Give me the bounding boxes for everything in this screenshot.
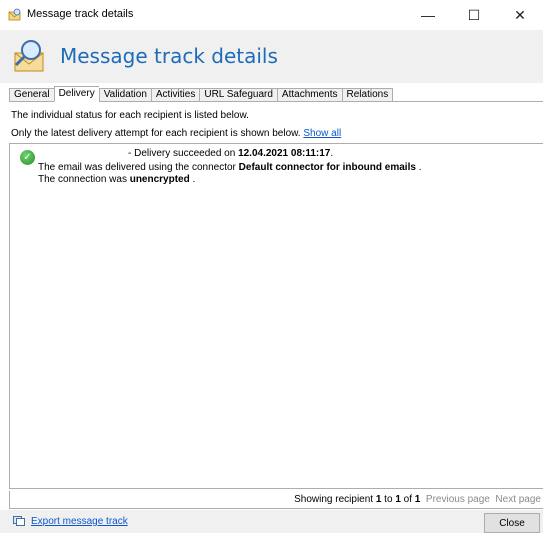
connection-line: The connection was unencrypted . (38, 174, 195, 185)
connection-prefix: The connection was (38, 174, 130, 185)
title-bar: Message track details — ☐ ✕ (0, 0, 543, 30)
export-icon (13, 516, 25, 526)
delivery-date: 12.04.2021 08:11:17 (238, 148, 331, 159)
info-text: The individual status for each recipient… (11, 110, 249, 121)
recipient-list[interactable]: ✓ - Delivery succeeded on 12.04.2021 08:… (9, 143, 543, 489)
tab-url-safeguard[interactable]: URL Safeguard (199, 88, 277, 102)
show-all-link[interactable]: Show all (303, 128, 341, 139)
info-text-label: Only the latest delivery attempt for eac… (11, 128, 301, 139)
tab-strip: General Delivery Validation Activities U… (9, 86, 394, 102)
maximize-button[interactable]: ☐ (451, 0, 497, 30)
pager-total: 1 (414, 494, 421, 505)
check-success-icon: ✓ (20, 150, 35, 165)
envelope-magnifier-icon (14, 40, 44, 72)
tab-relations[interactable]: Relations (341, 88, 394, 102)
tab-activities[interactable]: Activities (150, 88, 200, 102)
pager: Showing recipient 1 to 1 of 1 Previous p… (9, 491, 543, 509)
close-window-button[interactable]: ✕ (497, 0, 543, 30)
previous-page-link[interactable]: Previous page (426, 494, 490, 505)
status-prefix: - Delivery succeeded on (128, 148, 239, 159)
footer-bar: Export message track Close (0, 510, 543, 533)
page-title: Message track details (60, 44, 278, 68)
pager-prefix: Showing recipient (294, 494, 376, 505)
connector-suffix: . (415, 162, 422, 173)
export-message-track-link[interactable]: Export message track (31, 516, 128, 527)
tab-delivery[interactable]: Delivery (53, 86, 99, 102)
pager-of-word: of (400, 494, 415, 505)
window-title: Message track details (27, 8, 134, 20)
connector-line: The email was delivered using the connec… (38, 162, 421, 173)
pager-to-word: to (381, 494, 396, 505)
minimize-button[interactable]: — (405, 0, 451, 30)
connector-prefix: The email was delivered using the connec… (38, 162, 239, 173)
connection-state: unencrypted (129, 174, 190, 185)
close-button[interactable]: Close (484, 513, 540, 533)
envelope-search-icon (8, 8, 21, 21)
connector-name: Default connector for inbound emails (238, 162, 416, 173)
tab-validation[interactable]: Validation (98, 88, 151, 102)
delivery-panel: The individual status for each recipient… (9, 101, 543, 509)
tab-general[interactable]: General (9, 88, 54, 102)
tab-attachments[interactable]: Attachments (276, 88, 342, 102)
delivery-status-line: - Delivery succeeded on 12.04.2021 08:11… (128, 148, 333, 159)
next-page-link[interactable]: Next page (495, 494, 541, 505)
connection-suffix: . (189, 174, 196, 185)
header-banner: Message track details (0, 30, 543, 83)
info-text-latest: Only the latest delivery attempt for eac… (11, 128, 341, 139)
status-suffix: . (330, 148, 334, 159)
